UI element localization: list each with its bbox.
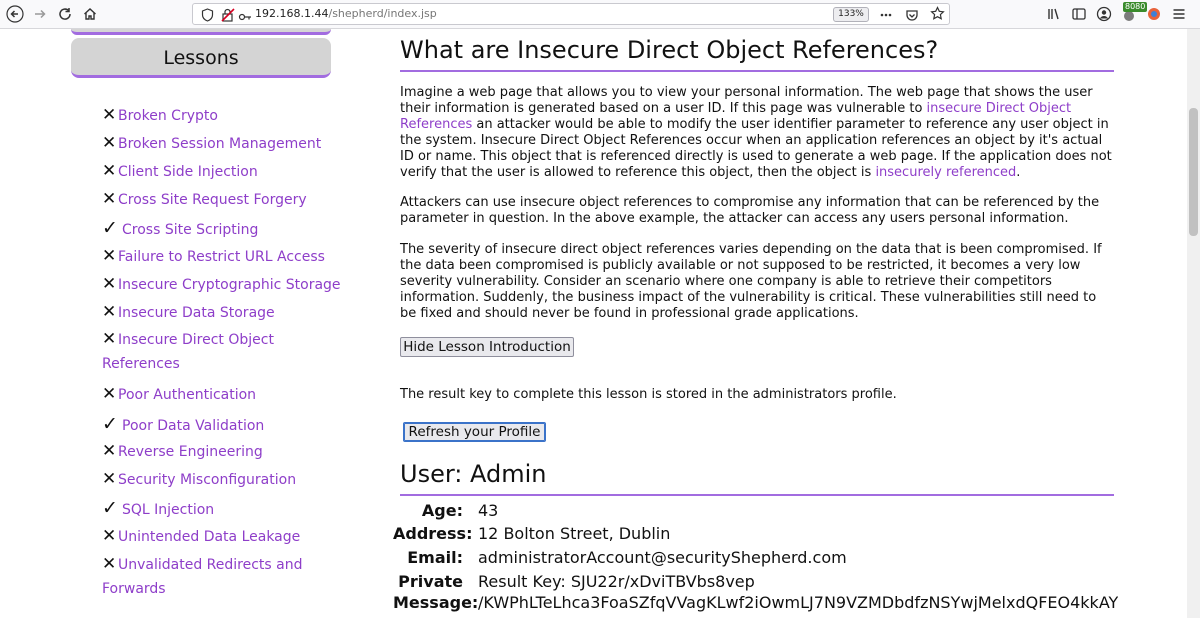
link-insecurely-referenced[interactable]: insecurely referenced: [875, 165, 1016, 180]
browser-toolbar: 192.168.1.44/shepherd/index.jsp 133% 808…: [0, 0, 1200, 29]
url-text: 192.168.1.44/shepherd/index.jsp: [255, 7, 437, 20]
lesson-label[interactable]: Insecure Cryptographic Storage: [118, 277, 341, 293]
cross-icon: ✕: [102, 526, 117, 546]
cross-icon: ✕: [102, 161, 117, 181]
cross-icon: ✕: [102, 246, 117, 266]
lesson-label[interactable]: Security Misconfiguration: [118, 472, 296, 488]
lessons-header: Lessons: [71, 38, 331, 78]
back-icon[interactable]: [4, 3, 26, 25]
lesson-item[interactable]: ✕ Broken Session Management: [102, 133, 321, 153]
lesson-label[interactable]: Reverse Engineering: [118, 444, 263, 460]
intro-paragraph-1: Imagine a web page that allows you to vi…: [400, 85, 1114, 181]
lesson-item[interactable]: ✕ Cross Site Request Forgery: [102, 189, 307, 209]
lesson-label[interactable]: Failure to Restrict URL Access: [118, 249, 325, 265]
cross-icon: ✕: [102, 274, 117, 294]
cross-icon: ✕: [102, 554, 117, 574]
lesson-item[interactable]: ✕ Insecure Data Storage: [102, 302, 275, 322]
lesson-label[interactable]: SQL Injection: [122, 502, 214, 518]
email-label: Email:: [407, 548, 463, 567]
age-value: 43: [478, 501, 499, 520]
lesson-item[interactable]: ✓ Cross Site Scripting: [102, 217, 258, 239]
lesson-item[interactable]: ✕ Broken Crypto: [102, 105, 218, 125]
intro-paragraph-2: Attackers can use insecure object refere…: [400, 195, 1100, 226]
lesson-item[interactable]: ✕ Unintended Data Leakage: [102, 526, 300, 546]
key-icon[interactable]: [238, 8, 252, 27]
pocket-icon[interactable]: [905, 7, 919, 26]
lesson-label[interactable]: Cross Site Request Forgery: [118, 192, 307, 208]
result-key-text: The result key to complete this lesson i…: [400, 387, 897, 402]
lesson-item[interactable]: ✕ Reverse Engineering: [102, 441, 263, 461]
checkmark-icon: ✓: [102, 217, 118, 239]
lesson-item[interactable]: ✕ Failure to Restrict URL Access: [102, 246, 325, 266]
cross-icon: ✕: [102, 441, 117, 461]
cross-icon: ✕: [102, 105, 117, 125]
lesson-label[interactable]: Insecure Data Storage: [118, 305, 275, 321]
lesson-label[interactable]: Broken Crypto: [118, 108, 218, 124]
user-title: User: Admin: [400, 460, 547, 488]
lesson-label[interactable]: Client Side Injection: [118, 164, 258, 180]
lesson-item[interactable]: ✕ Insecure Cryptographic Storage: [102, 274, 341, 294]
lesson-item[interactable]: ✕ Insecure Direct Object: [102, 329, 274, 349]
url-bar[interactable]: 192.168.1.44/shepherd/index.jsp 133%: [192, 3, 950, 25]
address-label: Address:: [393, 524, 473, 543]
sidebar-top-bar: [71, 29, 331, 35]
cross-icon: ✕: [102, 469, 117, 489]
lesson-item[interactable]: ✓ SQL Injection: [102, 497, 214, 519]
cross-icon: ✕: [102, 384, 117, 404]
lesson-item[interactable]: ✕ Security Misconfiguration: [102, 469, 296, 489]
shield-icon[interactable]: [201, 7, 214, 26]
lesson-label[interactable]: Insecure Direct Object: [118, 332, 274, 348]
sidebar-toggle-icon[interactable]: [1068, 3, 1090, 25]
cross-icon: ✕: [102, 329, 117, 349]
address-value: 12 Bolton Street, Dublin: [478, 524, 671, 543]
home-icon[interactable]: [79, 3, 101, 25]
lesson-item[interactable]: ✕ Poor Authentication: [102, 384, 256, 404]
lesson-label[interactable]: Poor Authentication: [118, 387, 256, 403]
extension-icon[interactable]: [1143, 3, 1165, 25]
lesson-item[interactable]: ✕ Unvalidated Redirects and: [102, 554, 303, 574]
cross-icon: ✕: [102, 302, 117, 322]
lesson-item[interactable]: ✕ Client Side Injection: [102, 161, 258, 181]
intro-paragraph-3: The severity of insecure direct object r…: [400, 242, 1102, 321]
zoom-indicator[interactable]: 133%: [833, 7, 869, 22]
lesson-item[interactable]: ✓ Poor Data Validation: [102, 413, 264, 435]
email-value: administratorAccount@securityShepherd.co…: [478, 548, 847, 567]
url-path: /shepherd/index.jsp: [328, 7, 437, 20]
library-icon[interactable]: [1043, 3, 1065, 25]
user-divider: [400, 494, 1114, 496]
cross-icon: ✕: [102, 189, 117, 209]
checkmark-icon: ✓: [102, 413, 118, 435]
message-label: Message:: [393, 593, 479, 612]
url-host: 192.168.1.44: [255, 7, 329, 20]
lesson-label-continued[interactable]: Forwards: [102, 581, 166, 597]
menu-icon[interactable]: [1168, 3, 1190, 25]
forward-icon[interactable]: [29, 3, 51, 25]
bookmark-star-icon[interactable]: [930, 6, 945, 25]
message-line-1: Result Key: SJU22r/xDviTBVbs8vep: [478, 572, 755, 591]
lesson-label[interactable]: Broken Session Management: [118, 136, 321, 152]
checkmark-icon: ✓: [102, 497, 118, 519]
message-line-2: /KWPhLTeLhca3FoaSZfqVVagKLwf2iOwmLJ7N9VZ…: [478, 593, 1118, 612]
scroll-thumb[interactable]: [1189, 108, 1198, 236]
age-label: Age:: [421, 501, 463, 520]
lesson-label[interactable]: Cross Site Scripting: [122, 222, 258, 238]
private-label: Private: [398, 572, 463, 591]
page-actions-icon[interactable]: [879, 7, 893, 26]
lesson-label[interactable]: Unintended Data Leakage: [118, 529, 300, 545]
title-divider: [400, 70, 1114, 72]
account-icon[interactable]: [1093, 3, 1115, 25]
p1-text-c: .: [1016, 165, 1021, 180]
lesson-label-continued[interactable]: References: [102, 356, 180, 372]
cross-icon: ✕: [102, 133, 117, 153]
page-title: What are Insecure Direct Object Referenc…: [400, 36, 939, 64]
refresh-profile-button[interactable]: Refresh your Profile: [403, 422, 546, 442]
insecure-lock-icon[interactable]: [221, 7, 235, 26]
reload-icon[interactable]: [54, 3, 76, 25]
hide-lesson-introduction-button[interactable]: Hide Lesson Introduction: [400, 337, 574, 357]
lesson-label[interactable]: Unvalidated Redirects and: [118, 557, 303, 573]
lesson-label[interactable]: Poor Data Validation: [122, 418, 264, 434]
